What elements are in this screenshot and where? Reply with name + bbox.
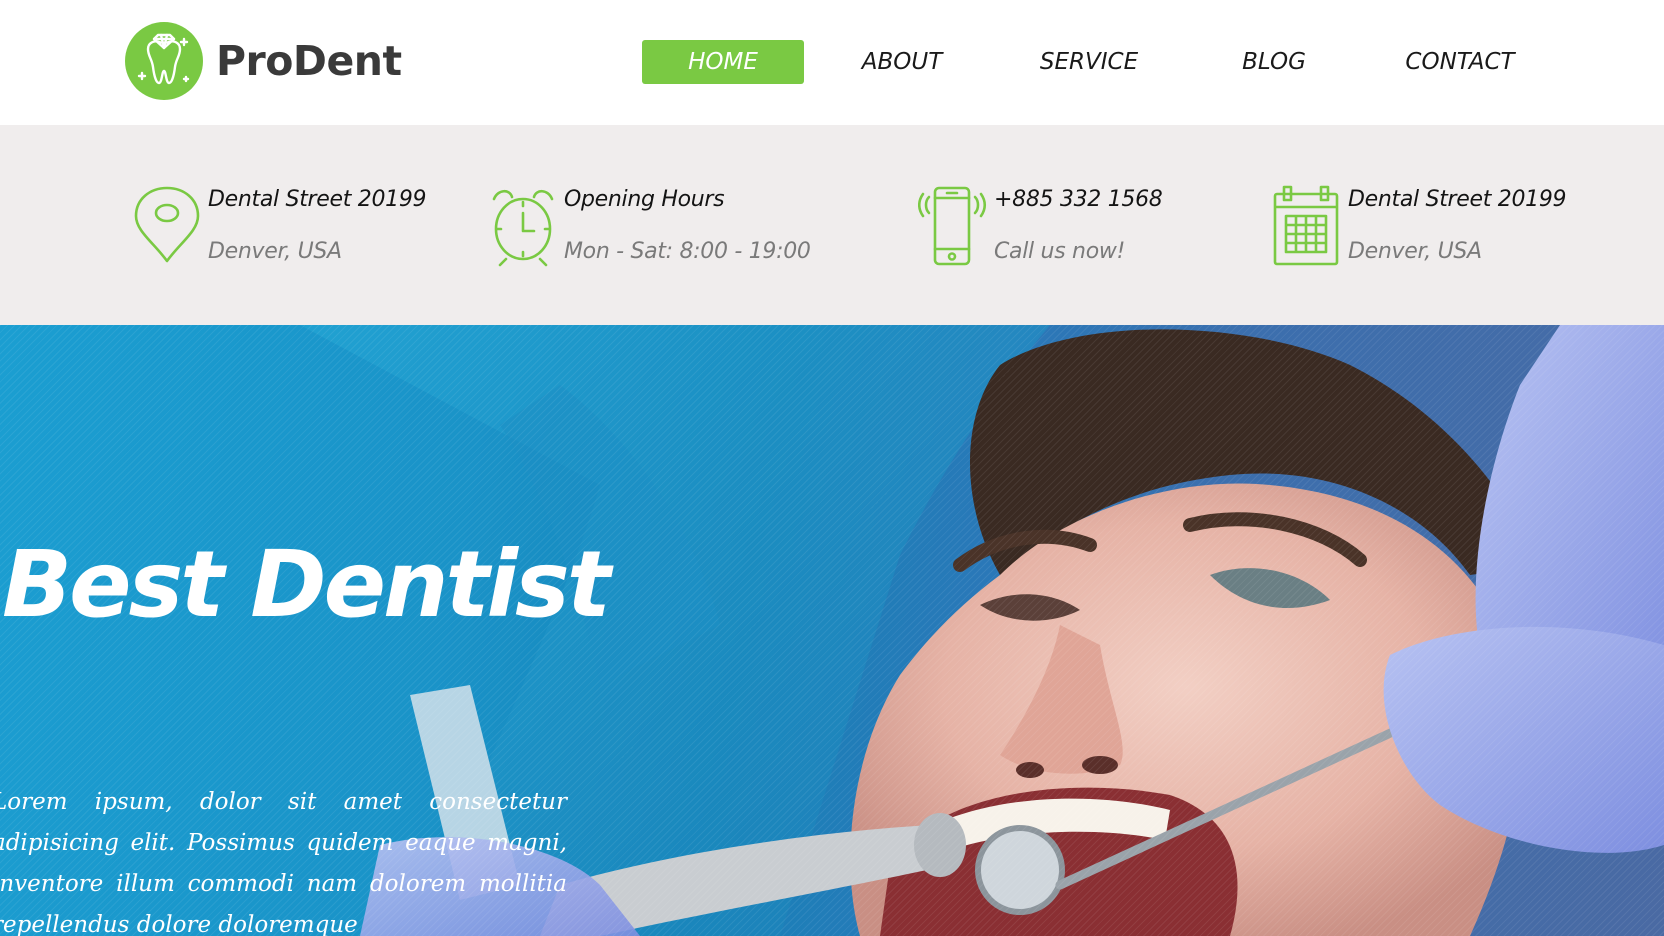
info-title-address: Dental Street 20199 [208, 187, 427, 212]
calendar-icon [1273, 185, 1339, 266]
info-item-calendar: Dental Street 20199 Denver, USA [1272, 185, 1567, 275]
site-header: ProDent HOME ABOUT SERVICE BLOG CONTACT [0, 0, 1664, 125]
hero-banner: Best Dentist Lorem ipsum, dolor sit amet… [0, 325, 1664, 936]
info-item-hours: Opening Hours Mon - Sat: 8:00 - 19:00 [488, 185, 811, 275]
brand-name: ProDent [216, 37, 402, 85]
info-item-phone: +885 332 1568 Call us now! [918, 185, 1163, 275]
nav-about[interactable]: ABOUT [804, 40, 1000, 84]
nav-blog[interactable]: BLOG [1178, 40, 1370, 84]
info-bar: Dental Street 20199 Denver, USA Opening … [0, 125, 1664, 325]
map-pin-icon [134, 186, 200, 263]
info-title-calendar: Dental Street 20199 [1348, 187, 1567, 212]
info-subtitle-phone: Call us now! [994, 239, 1126, 264]
phone-icon [918, 186, 987, 266]
page: ProDent HOME ABOUT SERVICE BLOG CONTACT … [0, 0, 1664, 936]
info-item-address: Dental Street 20199 Denver, USA [132, 185, 427, 275]
hero-description: Lorem ipsum, dolor sit amet consectetur … [0, 789, 567, 936]
hero-title: Best Dentist [2, 531, 611, 638]
info-title-hours: Opening Hours [564, 187, 725, 212]
nav-contact[interactable]: CONTACT [1370, 40, 1550, 84]
nav-home[interactable]: HOME [642, 40, 804, 84]
nav-service[interactable]: SERVICE [1000, 40, 1178, 84]
main-nav: HOME ABOUT SERVICE BLOG CONTACT [642, 40, 1550, 84]
info-title-phone: +885 332 1568 [994, 187, 1163, 212]
info-subtitle-address: Denver, USA [208, 239, 342, 264]
logo-link[interactable]: ProDent [124, 22, 402, 100]
tooth-diamond-icon [125, 22, 203, 100]
alarm-clock-icon [492, 189, 554, 267]
info-subtitle-hours: Mon - Sat: 8:00 - 19:00 [564, 239, 811, 264]
info-subtitle-calendar: Denver, USA [1348, 239, 1482, 264]
